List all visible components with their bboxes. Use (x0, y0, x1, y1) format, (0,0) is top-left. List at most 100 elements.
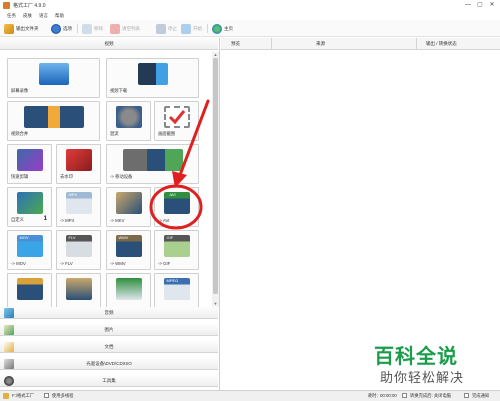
category-document[interactable]: 文档 (0, 341, 218, 353)
tile-to-mobile[interactable]: -> 移动设备 (106, 144, 199, 184)
remove-button[interactable]: 移除 (82, 23, 103, 34)
tile-to-mkv[interactable]: -> MKV (106, 187, 151, 227)
start-button[interactable]: 开始 (181, 23, 202, 34)
tile-format-row6-3[interactable] (106, 273, 151, 307)
category-disc-label: 光驱设备\DVD\CD\ISO (86, 361, 132, 366)
avi-badge: AVI (169, 192, 176, 197)
mix-icon (115, 106, 142, 128)
task-list-header: 预览 来源 输出 / 转换状态 (221, 38, 500, 50)
tile-label: 自定义 (11, 217, 24, 222)
scrollbar-thumb[interactable] (213, 58, 218, 294)
stop-icon (156, 23, 166, 34)
close-button[interactable]: ✕ (486, 1, 498, 10)
flv-badge: FLV (68, 235, 76, 240)
clear-x-icon (110, 23, 120, 34)
tile-format-row6-2[interactable] (56, 273, 101, 307)
tile-video-download[interactable]: 视频下载 (106, 58, 199, 98)
mov-badge: MOV (19, 235, 29, 240)
multithread-checkbox[interactable] (44, 393, 49, 398)
toolbar-divider (207, 24, 208, 33)
maximize-button[interactable]: ▢ (474, 1, 486, 10)
video-merge-icon (23, 106, 84, 128)
category-audio[interactable]: 音频 (0, 307, 218, 319)
mov-file-icon: MOV (16, 235, 43, 257)
tile-to-flv[interactable]: FLV -> FLV (56, 230, 101, 270)
check-mark-icon (168, 110, 185, 125)
category-video[interactable]: 视频 (0, 38, 218, 50)
options-button[interactable]: 选项 (51, 23, 72, 34)
column-output-status[interactable]: 输出 / 转换状态 (426, 41, 457, 47)
tile-label: -> MP4 (60, 218, 74, 223)
tile-format-row6-4[interactable]: MPEG (154, 273, 199, 307)
mpeg-file-icon: MPEG (163, 278, 190, 300)
column-divider[interactable] (271, 38, 272, 50)
homepage-button[interactable]: 主页 (212, 23, 233, 34)
menu-task[interactable]: 任务 (7, 13, 16, 19)
notify-checkbox[interactable] (464, 393, 469, 398)
category-audio-label: 音频 (104, 310, 114, 315)
function-panel: 视频 屏幕录像 视频下载 视频合并 混流 画面截图 快速剪辑 去水印 -> 移动… (0, 38, 220, 390)
avi-file-icon: AVI (163, 192, 190, 214)
category-picture[interactable]: 图片 (0, 324, 218, 336)
start-label: 开始 (193, 25, 202, 31)
toolbar: 输出文件夹 选项 移除 清空列表 停止 开始 主页 (0, 20, 500, 37)
menu-skin[interactable]: 皮肤 (23, 13, 32, 19)
tile-video-merge[interactable]: 视频合并 (7, 101, 100, 141)
tile-to-avi[interactable]: AVI -> AVI (154, 187, 199, 227)
tile-to-mov[interactable]: MOV -> MOV (7, 230, 52, 270)
category-toolbox[interactable]: 工具集 (0, 375, 218, 387)
wmv-file-icon: WMV (115, 235, 142, 257)
stop-button[interactable]: 停止 (156, 23, 177, 34)
video-download-icon (137, 63, 168, 85)
tile-label: -> GIF (158, 261, 171, 266)
column-preview[interactable]: 预览 (231, 41, 240, 47)
category-video-label: 视频 (104, 41, 114, 46)
tile-quick-clip[interactable]: 快速剪辑 (7, 144, 52, 184)
minimize-button[interactable]: — (462, 1, 474, 10)
function-panel-scrollbar[interactable]: ▲ ▼ (212, 52, 219, 307)
eraser-icon (65, 149, 92, 171)
column-source[interactable]: 来源 (316, 41, 325, 47)
wmv-badge: WMV (118, 235, 129, 240)
tile-remove-watermark[interactable]: 去水印 (56, 144, 101, 184)
tile-to-gif[interactable]: GIF -> GIF (154, 230, 199, 270)
custom-format-icon (16, 192, 43, 214)
watermark-logo: 百科全说 助你轻松解决 (368, 340, 500, 390)
output-folder-button[interactable]: 输出文件夹 (4, 23, 39, 34)
tile-format-row6-1[interactable] (7, 273, 52, 307)
tile-to-mp4[interactable]: MP4 -> MP4 (56, 187, 101, 227)
menu-language[interactable]: 语言 (39, 13, 48, 19)
mpeg-badge: MPEG (166, 278, 179, 283)
folder-icon[interactable] (3, 393, 9, 399)
tile-custom[interactable]: 自定义 1 (7, 187, 52, 227)
mp4-badge: MP4 (68, 192, 77, 197)
custom-count: 1 (43, 216, 47, 222)
output-folder-path[interactable]: F:\格式工厂 (12, 393, 34, 399)
stop-label: 停止 (168, 25, 177, 31)
tile-to-wmv[interactable]: WMV -> WMV (106, 230, 151, 270)
menu-help[interactable]: 帮助 (55, 13, 64, 19)
category-disc[interactable]: 光驱设备\DVD\CD\ISO (0, 358, 218, 370)
column-divider[interactable] (416, 38, 417, 50)
tile-mix[interactable]: 混流 (106, 101, 151, 141)
tile-label: 视频下载 (110, 88, 128, 93)
elapsed-label: 耗时: (368, 393, 378, 398)
output-folder-label: 输出文件夹 (16, 25, 39, 31)
video-function-grid: 屏幕录像 视频下载 视频合并 混流 画面截图 快速剪辑 去水印 -> 移动设备 … (0, 52, 212, 307)
title-bar: 格式工厂 4.9.0 — ▢ ✕ (0, 0, 500, 11)
video-file-icon (115, 278, 142, 300)
tile-screenshot[interactable]: 画面截图 (154, 101, 199, 141)
tile-label: -> AVI (158, 218, 170, 223)
video-file-icon (65, 278, 92, 300)
tile-label: 视频合并 (11, 131, 29, 136)
tile-screen-record[interactable]: 屏幕录像 (7, 58, 100, 98)
mkv-file-icon (115, 192, 142, 214)
watermark-line1: 百科全说 (374, 346, 458, 368)
app-logo-icon (3, 2, 10, 9)
folder-icon (4, 23, 14, 34)
clear-list-button[interactable]: 清空列表 (110, 23, 140, 34)
start-icon (181, 23, 191, 34)
shutdown-checkbox[interactable] (402, 393, 407, 398)
notify-label: 完成通知 (472, 393, 490, 398)
globe-icon (212, 23, 222, 34)
